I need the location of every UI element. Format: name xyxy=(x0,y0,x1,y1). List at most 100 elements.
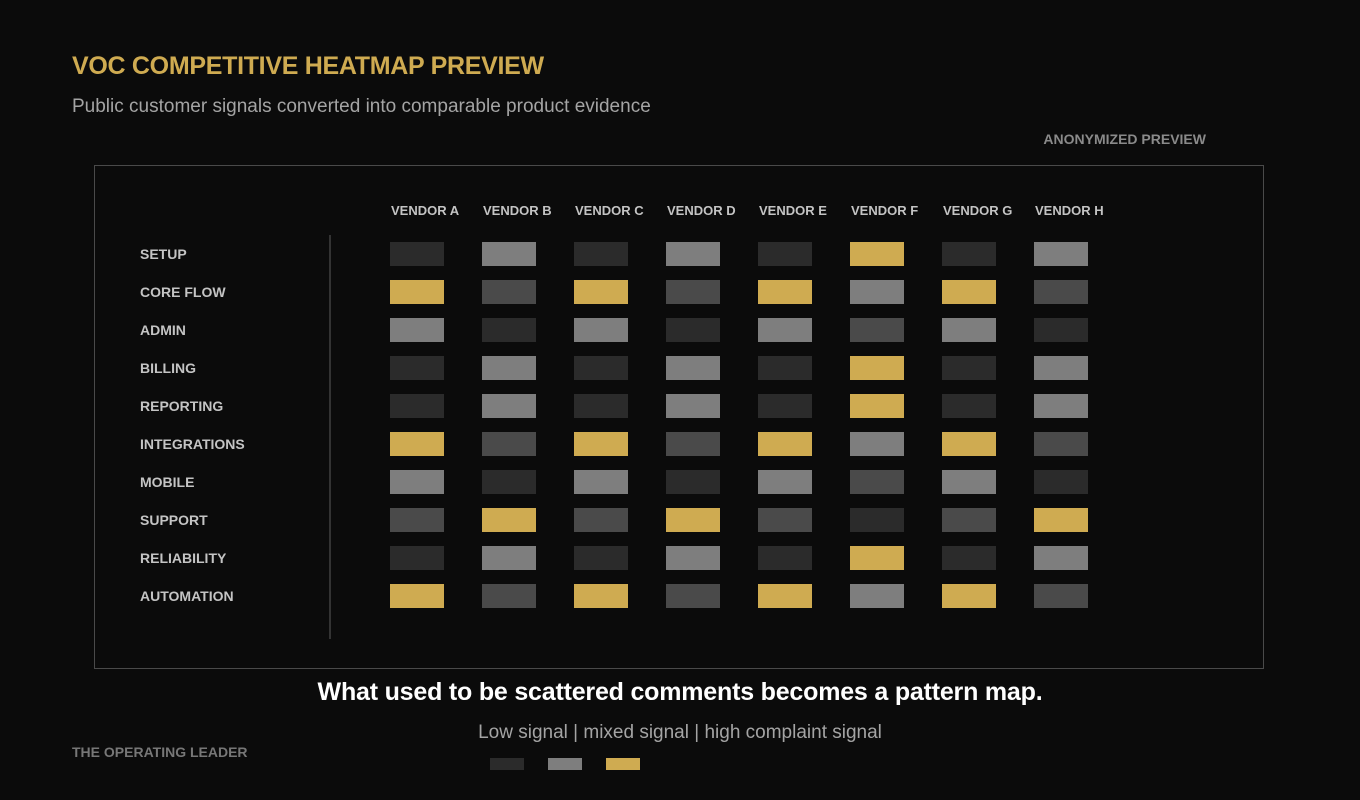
heatmap-cell xyxy=(850,318,904,342)
heatmap-cell xyxy=(666,318,720,342)
heatmap-cell xyxy=(758,546,812,570)
heatmap-cell xyxy=(1034,432,1088,456)
legend-text: Low signal | mixed signal | high complai… xyxy=(478,722,882,743)
column-label: VENDOR B xyxy=(483,203,552,218)
heatmap-cell xyxy=(942,508,996,532)
row-label: RELIABILITY xyxy=(140,550,227,566)
heatmap-cell xyxy=(666,394,720,418)
heatmap-cell xyxy=(1034,318,1088,342)
brand-footer: THE OPERATING LEADER xyxy=(72,744,248,760)
heatmap-cell xyxy=(574,470,628,494)
heatmap-cell xyxy=(850,508,904,532)
heatmap-cell xyxy=(942,546,996,570)
heatmap-cell xyxy=(758,242,812,266)
heatmap-cell xyxy=(758,470,812,494)
heatmap-cell xyxy=(390,546,444,570)
heatmap-cell xyxy=(850,546,904,570)
heatmap-cell xyxy=(758,280,812,304)
heatmap-cell xyxy=(942,394,996,418)
row-label: CORE FLOW xyxy=(140,284,226,300)
heatmap-cell xyxy=(1034,508,1088,532)
heatmap-cell xyxy=(482,584,536,608)
heatmap-cell xyxy=(758,432,812,456)
heatmap-cell xyxy=(1034,280,1088,304)
heatmap-cell xyxy=(390,242,444,266)
row-label: AUTOMATION xyxy=(140,588,234,604)
legend-swatch xyxy=(490,758,524,770)
legend-swatch xyxy=(548,758,582,770)
row-label: MOBILE xyxy=(140,474,195,490)
column-label: VENDOR F xyxy=(851,203,919,218)
heatmap-cell xyxy=(574,546,628,570)
page-title: VOC COMPETITIVE HEATMAP PREVIEW xyxy=(72,52,544,80)
heatmap-cell xyxy=(850,242,904,266)
column-label: VENDOR D xyxy=(667,203,736,218)
column-label: VENDOR E xyxy=(759,203,827,218)
heatmap-cell xyxy=(1034,356,1088,380)
heatmap-cell xyxy=(482,546,536,570)
heatmap-cell xyxy=(574,242,628,266)
heatmap-cell xyxy=(482,394,536,418)
column-label: VENDOR H xyxy=(1035,203,1104,218)
heatmap-cell xyxy=(574,280,628,304)
column-label: VENDOR A xyxy=(391,203,460,218)
heatmap-cell xyxy=(942,584,996,608)
heatmap-cell xyxy=(390,318,444,342)
heatmap-cell xyxy=(390,508,444,532)
heatmap-cell xyxy=(482,242,536,266)
heatmap-cell xyxy=(390,470,444,494)
heatmap-cell xyxy=(482,432,536,456)
heatmap-cell xyxy=(1034,470,1088,494)
legend-swatch xyxy=(606,758,640,770)
row-label: ADMIN xyxy=(140,322,186,338)
heatmap-cell xyxy=(850,470,904,494)
headline: What used to be scattered comments becom… xyxy=(317,678,1043,706)
heatmap-cell xyxy=(758,356,812,380)
heatmap-cell xyxy=(666,432,720,456)
heatmap-cell xyxy=(758,394,812,418)
heatmap-cell xyxy=(758,584,812,608)
heatmap-cell xyxy=(758,318,812,342)
heatmap-cell xyxy=(850,356,904,380)
heatmap-cell xyxy=(574,394,628,418)
heatmap-cell xyxy=(482,470,536,494)
heatmap-cell xyxy=(390,584,444,608)
row-label: SETUP xyxy=(140,246,187,262)
heatmap-cell xyxy=(850,584,904,608)
heatmap-cell xyxy=(482,508,536,532)
heatmap-cell xyxy=(666,508,720,532)
heatmap-cell xyxy=(482,356,536,380)
row-label-divider xyxy=(329,235,331,639)
heatmap-cell xyxy=(942,356,996,380)
heatmap-cell xyxy=(1034,584,1088,608)
heatmap-cell xyxy=(942,470,996,494)
heatmap-cell xyxy=(666,546,720,570)
heatmap-cell xyxy=(390,356,444,380)
heatmap-cell xyxy=(666,470,720,494)
row-label: SUPPORT xyxy=(140,512,208,528)
heatmap-cell xyxy=(574,356,628,380)
heatmap-cell xyxy=(574,318,628,342)
heatmap-cell xyxy=(758,508,812,532)
heatmap-cell xyxy=(850,280,904,304)
heatmap-cell xyxy=(390,432,444,456)
heatmap-cell xyxy=(850,432,904,456)
heatmap-cell xyxy=(942,318,996,342)
heatmap-cell xyxy=(942,242,996,266)
heatmap-cell xyxy=(574,508,628,532)
anonymized-badge: ANONYMIZED PREVIEW xyxy=(1043,131,1206,147)
heatmap-cell xyxy=(1034,394,1088,418)
heatmap-cell xyxy=(574,432,628,456)
heatmap-cell xyxy=(1034,546,1088,570)
heatmap-cell xyxy=(942,432,996,456)
heatmap-cell xyxy=(482,318,536,342)
row-label: BILLING xyxy=(140,360,196,376)
row-label: INTEGRATIONS xyxy=(140,436,245,452)
heatmap-cell xyxy=(942,280,996,304)
row-label: REPORTING xyxy=(140,398,224,414)
column-label: VENDOR C xyxy=(575,203,644,218)
heatmap-cell xyxy=(482,280,536,304)
heatmap-cell xyxy=(574,584,628,608)
heatmap-cell xyxy=(666,242,720,266)
heatmap-cell xyxy=(1034,242,1088,266)
